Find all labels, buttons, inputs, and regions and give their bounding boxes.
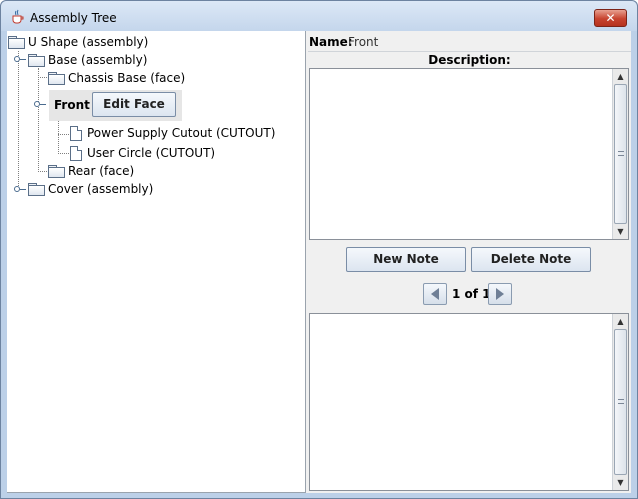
name-row: Name: Front — [308, 32, 631, 52]
scroll-thumb[interactable] — [614, 329, 627, 475]
handle-stem — [20, 59, 26, 60]
details-panel: Name: Front Description: ▲ ▼ New Note De… — [308, 31, 631, 493]
delete-note-button[interactable]: Delete Note — [471, 247, 591, 272]
tree-node-label: U Shape (assembly) — [28, 35, 149, 49]
tree-node-label: Cover (assembly) — [48, 182, 154, 196]
description-scrollbar[interactable]: ▲ ▼ — [612, 69, 628, 239]
handle-stem — [20, 189, 26, 190]
right-arrow-icon — [496, 288, 504, 300]
tree-node-label: User Circle (CUTOUT) — [87, 146, 216, 160]
tree-node-cover[interactable]: Cover (assembly) — [28, 180, 153, 198]
note-textarea[interactable]: ▲ ▼ — [309, 313, 629, 491]
tree-node-label: Rear (face) — [68, 164, 135, 178]
scroll-grip — [618, 399, 624, 404]
scroll-down-icon[interactable]: ▼ — [613, 224, 628, 239]
new-note-button[interactable]: New Note — [346, 247, 466, 272]
previous-note-button[interactable] — [423, 283, 447, 305]
tree-node-label: Power Supply Cutout (CUTOUT) — [87, 126, 276, 140]
tree-node-power-supply-cutout[interactable]: Power Supply Cutout (CUTOUT) — [70, 124, 275, 142]
note-scrollbar[interactable]: ▲ ▼ — [612, 314, 628, 490]
scroll-grip — [618, 151, 624, 156]
assembly-tree-window: Assembly Tree ✕ U Shape (assembly) Base … — [0, 0, 638, 499]
folder-icon — [48, 72, 65, 85]
assembly-tree[interactable]: U Shape (assembly) Base (assembly) Chass… — [7, 31, 306, 493]
tree-node-front-editor[interactable]: Front Edit Face — [49, 90, 182, 121]
scroll-up-icon[interactable]: ▲ — [613, 314, 628, 329]
scroll-up-icon[interactable]: ▲ — [613, 69, 628, 84]
client-area: U Shape (assembly) Base (assembly) Chass… — [7, 31, 631, 493]
folder-icon — [28, 183, 45, 196]
left-arrow-icon — [431, 288, 439, 300]
tree-node-base[interactable]: Base (assembly) — [28, 51, 147, 69]
description-textarea[interactable]: ▲ ▼ — [309, 68, 629, 240]
tree-node-user-circle[interactable]: User Circle (CUTOUT) — [70, 144, 215, 162]
tree-connector — [18, 51, 19, 190]
tree-node-root[interactable]: U Shape (assembly) — [8, 33, 148, 51]
name-value: Front — [348, 35, 379, 49]
tree-node-chassis[interactable]: Chassis Base (face) — [48, 69, 185, 87]
close-icon: ✕ — [605, 11, 616, 25]
folder-icon — [48, 165, 65, 178]
file-icon — [70, 125, 82, 141]
tree-node-label: Chassis Base (face) — [68, 71, 186, 85]
scroll-thumb[interactable] — [614, 84, 627, 224]
scroll-down-icon[interactable]: ▼ — [613, 475, 628, 490]
name-label: Name: — [309, 35, 353, 49]
note-page-indicator: 1 of 1 — [452, 287, 491, 301]
description-label: Description: — [428, 53, 511, 67]
next-note-button[interactable] — [488, 283, 512, 305]
tree-node-front-label: Front — [54, 98, 90, 112]
edit-face-button[interactable]: Edit Face — [92, 92, 176, 117]
folder-open-icon — [8, 36, 25, 49]
java-cup-icon — [10, 9, 25, 24]
tree-connector — [38, 68, 39, 172]
folder-open-icon — [28, 54, 45, 67]
tree-node-label: Base (assembly) — [48, 53, 148, 67]
close-button[interactable]: ✕ — [594, 9, 627, 27]
title-bar[interactable]: Assembly Tree ✕ — [1, 1, 637, 31]
window-title: Assembly Tree — [30, 11, 117, 25]
handle-stem — [40, 104, 46, 105]
tree-node-rear[interactable]: Rear (face) — [48, 162, 134, 180]
file-icon — [70, 145, 82, 161]
